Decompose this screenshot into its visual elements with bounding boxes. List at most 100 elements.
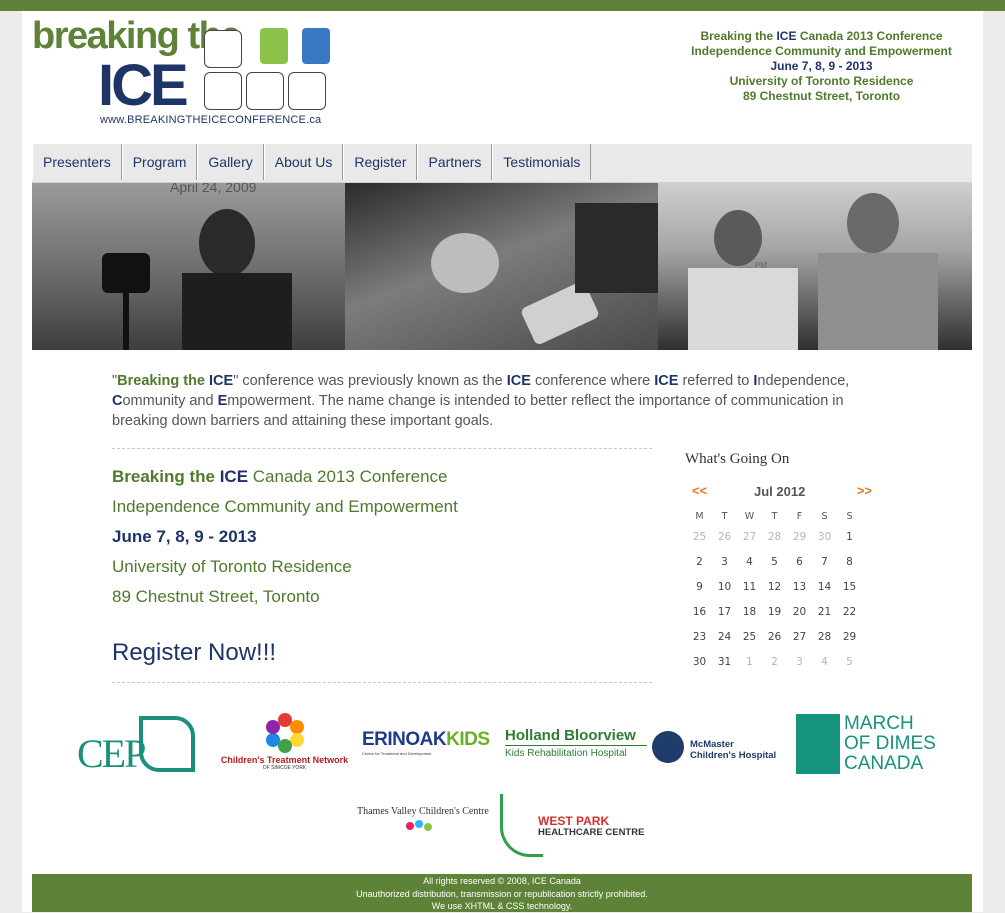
footer-notice: Unauthorized distribution, transmission … — [356, 888, 648, 899]
sponsor-holland-bloorview-logo[interactable]: Holland Bloorview Kids Rehabilitation Ho… — [505, 727, 647, 767]
calendar-day[interactable]: 13 — [787, 574, 812, 599]
nav-program[interactable]: Program — [121, 144, 198, 180]
calendar-day[interactable]: 28 — [812, 624, 837, 649]
calendar-day[interactable]: 31 — [712, 649, 737, 674]
header-info-line2: Independence Community and Empowerment — [691, 44, 952, 58]
weekday-label: T — [771, 510, 778, 522]
calendar-day[interactable]: 5 — [837, 649, 862, 674]
conference-info: Breaking the ICE Canada 2013 Conference … — [112, 462, 458, 612]
ctn-flower-icon — [265, 713, 305, 753]
calendar-day[interactable]: 27 — [737, 524, 762, 549]
logo-text-ice: ICE — [98, 53, 189, 118]
footer: All rights reserved © 2008, ICE Canada U… — [32, 874, 972, 912]
weekday-label: F — [796, 510, 803, 522]
calendar-day[interactable]: 6 — [787, 549, 812, 574]
site-logo[interactable]: breaking the ICE www.BREAKINGTHEICECONFE… — [32, 16, 332, 132]
sponsor-cep-logo[interactable]: CEP — [77, 716, 197, 776]
calendar-title: What's Going On — [685, 451, 790, 467]
info-venue: University of Toronto Residence — [112, 557, 352, 576]
sponsor-mcmaster-childrens-logo[interactable]: McMaster Children's Hospital — [652, 731, 792, 771]
erinoak-subtext: Centre for Treatment and Development — [362, 751, 432, 756]
logo-face-green — [260, 28, 288, 64]
footer-tech: We use XHTML & CSS technology. — [431, 901, 573, 911]
calendar-day[interactable]: 21 — [812, 599, 837, 624]
calendar-day[interactable]: 2 — [687, 549, 712, 574]
logo-box-2 — [204, 72, 242, 110]
west-park-text: WEST PARK — [538, 814, 610, 828]
calendar-day[interactable]: 9 — [687, 574, 712, 599]
calendar-day[interactable]: 30 — [812, 524, 837, 549]
mcmaster-crest-icon — [652, 731, 684, 763]
calendar-day[interactable]: 16 — [687, 599, 712, 624]
photo-1-figure — [102, 209, 292, 350]
west-park-subtext: HEALTHCARE CENTRE — [538, 827, 645, 838]
intro-paragraph: "Breaking the ICE" conference was previo… — [112, 373, 850, 429]
calendar-day[interactable]: 5 — [762, 549, 787, 574]
nav-partners[interactable]: Partners — [417, 144, 493, 180]
calendar-day[interactable]: 30 — [687, 649, 712, 674]
holland-subtext: Kids Rehabilitation Hospital — [505, 745, 647, 759]
nav-testimonials[interactable]: Testimonials — [492, 144, 592, 180]
calendar-day[interactable]: 19 — [762, 599, 787, 624]
march-of-dimes-text: MARCH OF DIMES CANADA — [844, 713, 936, 774]
west-park-mark — [500, 794, 543, 857]
calendar-day[interactable]: 11 — [737, 574, 762, 599]
sponsor-march-of-dimes-logo[interactable]: MARCH OF DIMES CANADA — [796, 714, 938, 778]
calendar-day[interactable]: 18 — [737, 599, 762, 624]
nav-about-us[interactable]: About Us — [263, 144, 344, 180]
banner-photos: April 24, 2009 ... PM — [32, 183, 972, 350]
calendar-day[interactable]: 25 — [737, 624, 762, 649]
calendar-day[interactable]: 14 — [812, 574, 837, 599]
calendar-day[interactable]: 27 — [787, 624, 812, 649]
sponsor-erinoak-kids-logo[interactable]: ERINOAKKIDS Centre for Treatment and Dev… — [362, 729, 502, 759]
weekday-label: T — [721, 510, 728, 522]
calendar-body: 25 26 27 28 29 30 1 2 3 4 5 6 7 8 9 10 11 12 13 14 15 16 17 18 1… — [687, 524, 862, 674]
calendar-day[interactable]: 1 — [837, 524, 862, 549]
calendar-day[interactable]: 29 — [787, 524, 812, 549]
calendar-day[interactable]: 26 — [762, 624, 787, 649]
calendar-day[interactable]: 10 — [712, 574, 737, 599]
banner-photo-1: April 24, 2009 — [32, 183, 345, 350]
calendar-day[interactable]: 22 — [837, 599, 862, 624]
cep-text: CEP — [77, 731, 146, 776]
calendar-day[interactable]: 17 — [712, 599, 737, 624]
nav-gallery[interactable]: Gallery — [197, 144, 264, 180]
logo-box-1 — [204, 30, 242, 68]
calendar-week-row: 16 17 18 19 20 21 22 — [687, 599, 862, 624]
calendar-day[interactable]: 2 — [762, 649, 787, 674]
calendar-day[interactable]: 7 — [812, 549, 837, 574]
divider-bottom — [112, 682, 652, 683]
calendar-month-label: Jul 2012 — [754, 484, 806, 499]
weekday-label: M — [695, 510, 704, 522]
calendar-day[interactable]: 23 — [687, 624, 712, 649]
calendar-day[interactable]: 1 — [737, 649, 762, 674]
sponsor-west-park-logo[interactable]: WEST PARK HEALTHCARE CENTRE — [500, 794, 650, 858]
calendar-prev-button[interactable]: << — [692, 483, 707, 498]
calendar-day[interactable]: 3 — [712, 549, 737, 574]
banner-photo-2 — [345, 183, 658, 350]
sponsor-childrens-treatment-network-logo[interactable]: Children's Treatment Network OF SIMCOE Y… — [212, 713, 357, 781]
banner-photo-3: ... PM — [658, 183, 972, 350]
calendar-day[interactable]: 26 — [712, 524, 737, 549]
calendar-next-button[interactable]: >> — [857, 483, 872, 498]
holland-text: Holland Bloorview — [505, 727, 636, 744]
calendar-day[interactable]: 3 — [787, 649, 812, 674]
register-now-link[interactable]: Register Now!!! — [112, 639, 276, 667]
calendar-day[interactable]: 15 — [837, 574, 862, 599]
calendar-day[interactable]: 25 — [687, 524, 712, 549]
calendar-day[interactable]: 20 — [787, 599, 812, 624]
header-info-line1: Breaking the ICE Canada 2013 Conference — [700, 29, 943, 43]
calendar-day[interactable]: 4 — [812, 649, 837, 674]
sponsor-thames-valley-logo[interactable]: Thames Valley Children's Centre — [357, 806, 497, 836]
calendar-day[interactable]: 12 — [762, 574, 787, 599]
calendar-day[interactable]: 4 — [737, 549, 762, 574]
logo-url: www.BREAKINGTHEICECONFERENCE.ca — [100, 114, 322, 126]
calendar-day[interactable]: 28 — [762, 524, 787, 549]
nav-presenters[interactable]: Presenters — [32, 144, 122, 180]
calendar-day[interactable]: 29 — [837, 624, 862, 649]
nav-register[interactable]: Register — [343, 144, 418, 180]
calendar-day[interactable]: 24 — [712, 624, 737, 649]
calendar-day[interactable]: 8 — [837, 549, 862, 574]
march-of-dimes-tree-icon — [796, 714, 840, 774]
erinoak-text: ERINOAKKIDS — [362, 729, 490, 750]
